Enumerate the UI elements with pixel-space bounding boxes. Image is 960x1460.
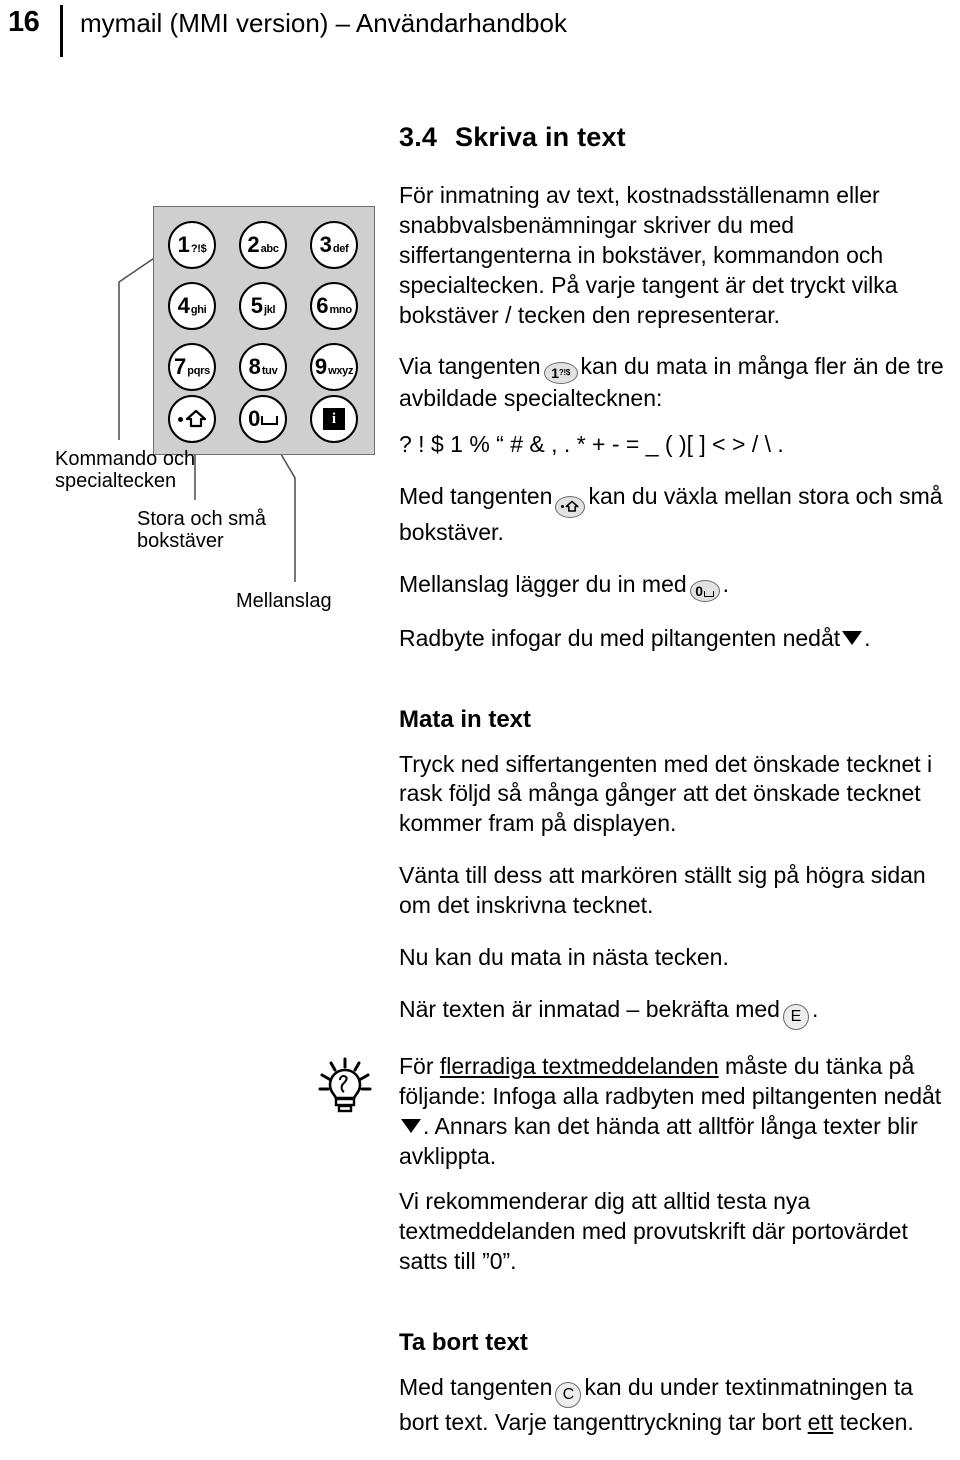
space-bar-inline-icon [704,590,715,597]
subheading-mata-in-text: Mata in text [399,705,532,733]
key-9[interactable]: 9 wxyz [310,343,358,391]
key-1-digit: 1 [177,232,190,257]
key-5-digit: 5 [250,293,263,318]
key-space-digit: 0 [248,406,260,431]
key-1-inline-letters: ?!$ [558,368,570,378]
linebreak-paragraph-pre: Radbyte infogar du med piltangenten nedå… [399,624,841,651]
key-1-inline-digit: 1 [551,365,559,382]
tip-last-paragraph: Vi rekommenderar dig att alltid testa ny… [399,1188,908,1275]
page-header: 16 mymail (MMI version) – Användarhandbo… [0,0,960,60]
key-8-digit: 8 [248,354,261,379]
section-heading: 3.4 Skriva in text [399,122,954,153]
key-space-inline-icon[interactable]: 0 [689,579,720,602]
callout-stora-line2: bokstäver [137,530,224,553]
intro-paragraph: För inmatning av text, kostnadsställenam… [399,182,898,328]
space-paragraph-post: . [722,570,730,597]
header-divider [60,5,63,57]
section-title-text: Skriva in text [455,122,626,152]
key-space-inline-digit: 0 [695,582,704,599]
key-7[interactable]: 7 pqrs [168,343,216,391]
tip-paragraph: För flerradiga textmeddelanden måste du … [399,1052,954,1172]
linebreak-paragraph-post: . [864,624,871,651]
key-space[interactable]: 0 [239,395,287,443]
key-9-digit: 9 [314,354,327,379]
key-3-letters: def [332,243,349,255]
callout-kommando-specialtecken: Kommando och specialtecken [55,448,195,493]
ta-bort-pre: Med tangenten [399,1374,553,1401]
page-number: 16 [8,6,40,38]
space-paragraph-pre: Mellanslag lägger du in med [399,570,687,597]
key-6-letters: mno [329,304,352,316]
mata-paragraph-4-pre: När texten är inmatad – bekräfta med [399,995,780,1022]
subheading-ta-bort-text: Ta bort text [399,1329,528,1357]
key-3[interactable]: 3 def [310,221,358,269]
key-6-digit: 6 [316,293,328,318]
callout-stora-och-sma-bokstaver: Stora och små bokstäver [137,508,266,553]
key-enter-inline-icon[interactable]: E [782,1003,809,1030]
header-title: mymail (MMI version) – Användarhandbok [80,8,567,38]
key-shift[interactable] [168,395,216,443]
key-7-digit: 7 [174,354,186,379]
callout-mellanslag: Mellanslag [236,590,332,612]
mata-paragraph-2: Vänta till dess att markören ställt sig … [399,862,926,919]
via-tangenten-pre: Via tangenten [399,353,541,380]
special-characters-line: ? ! $ 1 % “ # & , . * + - = _ ( )[ ] < >… [399,431,784,458]
ta-bort-post: tecken. [839,1409,914,1436]
ta-bort-underlined-word: ett [807,1409,834,1436]
key-4-letters: ghi [190,304,207,316]
shift-paragraph: Med tangenten kan du växla mellan stora … [399,482,954,547]
key-shift-inline-icon[interactable] [555,495,586,518]
key-clear-inline-icon[interactable]: C [555,1382,582,1409]
keypad-figure: 1 ?!$ 2 abc 3 def 4 ghi 5 jkl 6 mno 7 pq… [0,190,395,630]
shift-up-arrow-inline-icon [565,500,579,512]
arrow-down-icon [842,630,863,645]
space-bar-icon [260,416,278,425]
key-9-letters: wxyz [328,365,354,377]
key-1-inline-icon[interactable]: 1 ?!$ [543,362,578,385]
info-icon: i [323,408,345,430]
callout-kommando-line1: Kommando och [55,448,196,470]
key-enter-label: E [790,1007,802,1025]
shift-paragraph-pre: Med tangenten [399,483,553,510]
callout-kommando-line2: specialtecken [55,470,177,493]
key-7-letters: pqrs [187,365,210,377]
key-clear-label: C [562,1386,575,1404]
linebreak-paragraph: Radbyte infogar du med piltangenten nedå… [399,624,954,654]
key-5[interactable]: 5 jkl [239,282,287,330]
key-2-letters: abc [260,243,279,255]
key-5-letters: jkl [263,304,276,316]
mata-paragraph-4-post: . [811,995,819,1022]
space-paragraph: Mellanslag lägger du in med 0 . [399,570,954,602]
mata-paragraph-1: Tryck ned siffertangenten med det önskad… [399,750,933,837]
tip-underlined-term: flerradiga textmeddelanden [439,1052,719,1079]
key-3-digit: 3 [319,232,332,257]
key-info[interactable]: i [310,395,358,443]
lightbulb-icon [318,1057,372,1113]
mata-paragraph-4: När texten är inmatad – bekräfta med E. [399,995,954,1030]
callout-stora-line1: Stora och små [137,508,266,530]
tip-after-arrow: . Annars kan det hända att alltför långa… [399,1112,918,1169]
main-content: 3.4 Skriva in text För inmatning av text,… [318,122,954,1460]
key-1[interactable]: 1 ?!$ [168,221,216,269]
key-8-letters: tuv [261,365,278,377]
key-1-letters: ?!$ [190,243,207,255]
section-number: 3.4 [399,122,438,152]
ta-bort-paragraph: Med tangenten Ckan du under textinmatning… [399,1373,954,1438]
keypad-panel: 1 ?!$ 2 abc 3 def 4 ghi 5 jkl 6 mno 7 pq… [153,206,375,455]
key-4-digit: 4 [177,293,190,318]
key-6[interactable]: 6 mno [310,282,358,330]
key-8[interactable]: 8 tuv [239,343,287,391]
tip-block: För flerradiga textmeddelanden måste du … [318,1052,954,1277]
via-tangenten-paragraph: Via tangenten 1 ?!$ kan du mata in många … [399,352,954,414]
shift-up-arrow-icon [177,409,207,429]
mata-paragraph-3: Nu kan du mata in nästa tecken. [399,943,729,970]
key-2-digit: 2 [247,232,260,257]
key-2[interactable]: 2 abc [239,221,287,269]
tip-lead: För [399,1052,434,1079]
arrow-down-icon-tip [401,1118,421,1133]
key-4[interactable]: 4 ghi [168,282,216,330]
